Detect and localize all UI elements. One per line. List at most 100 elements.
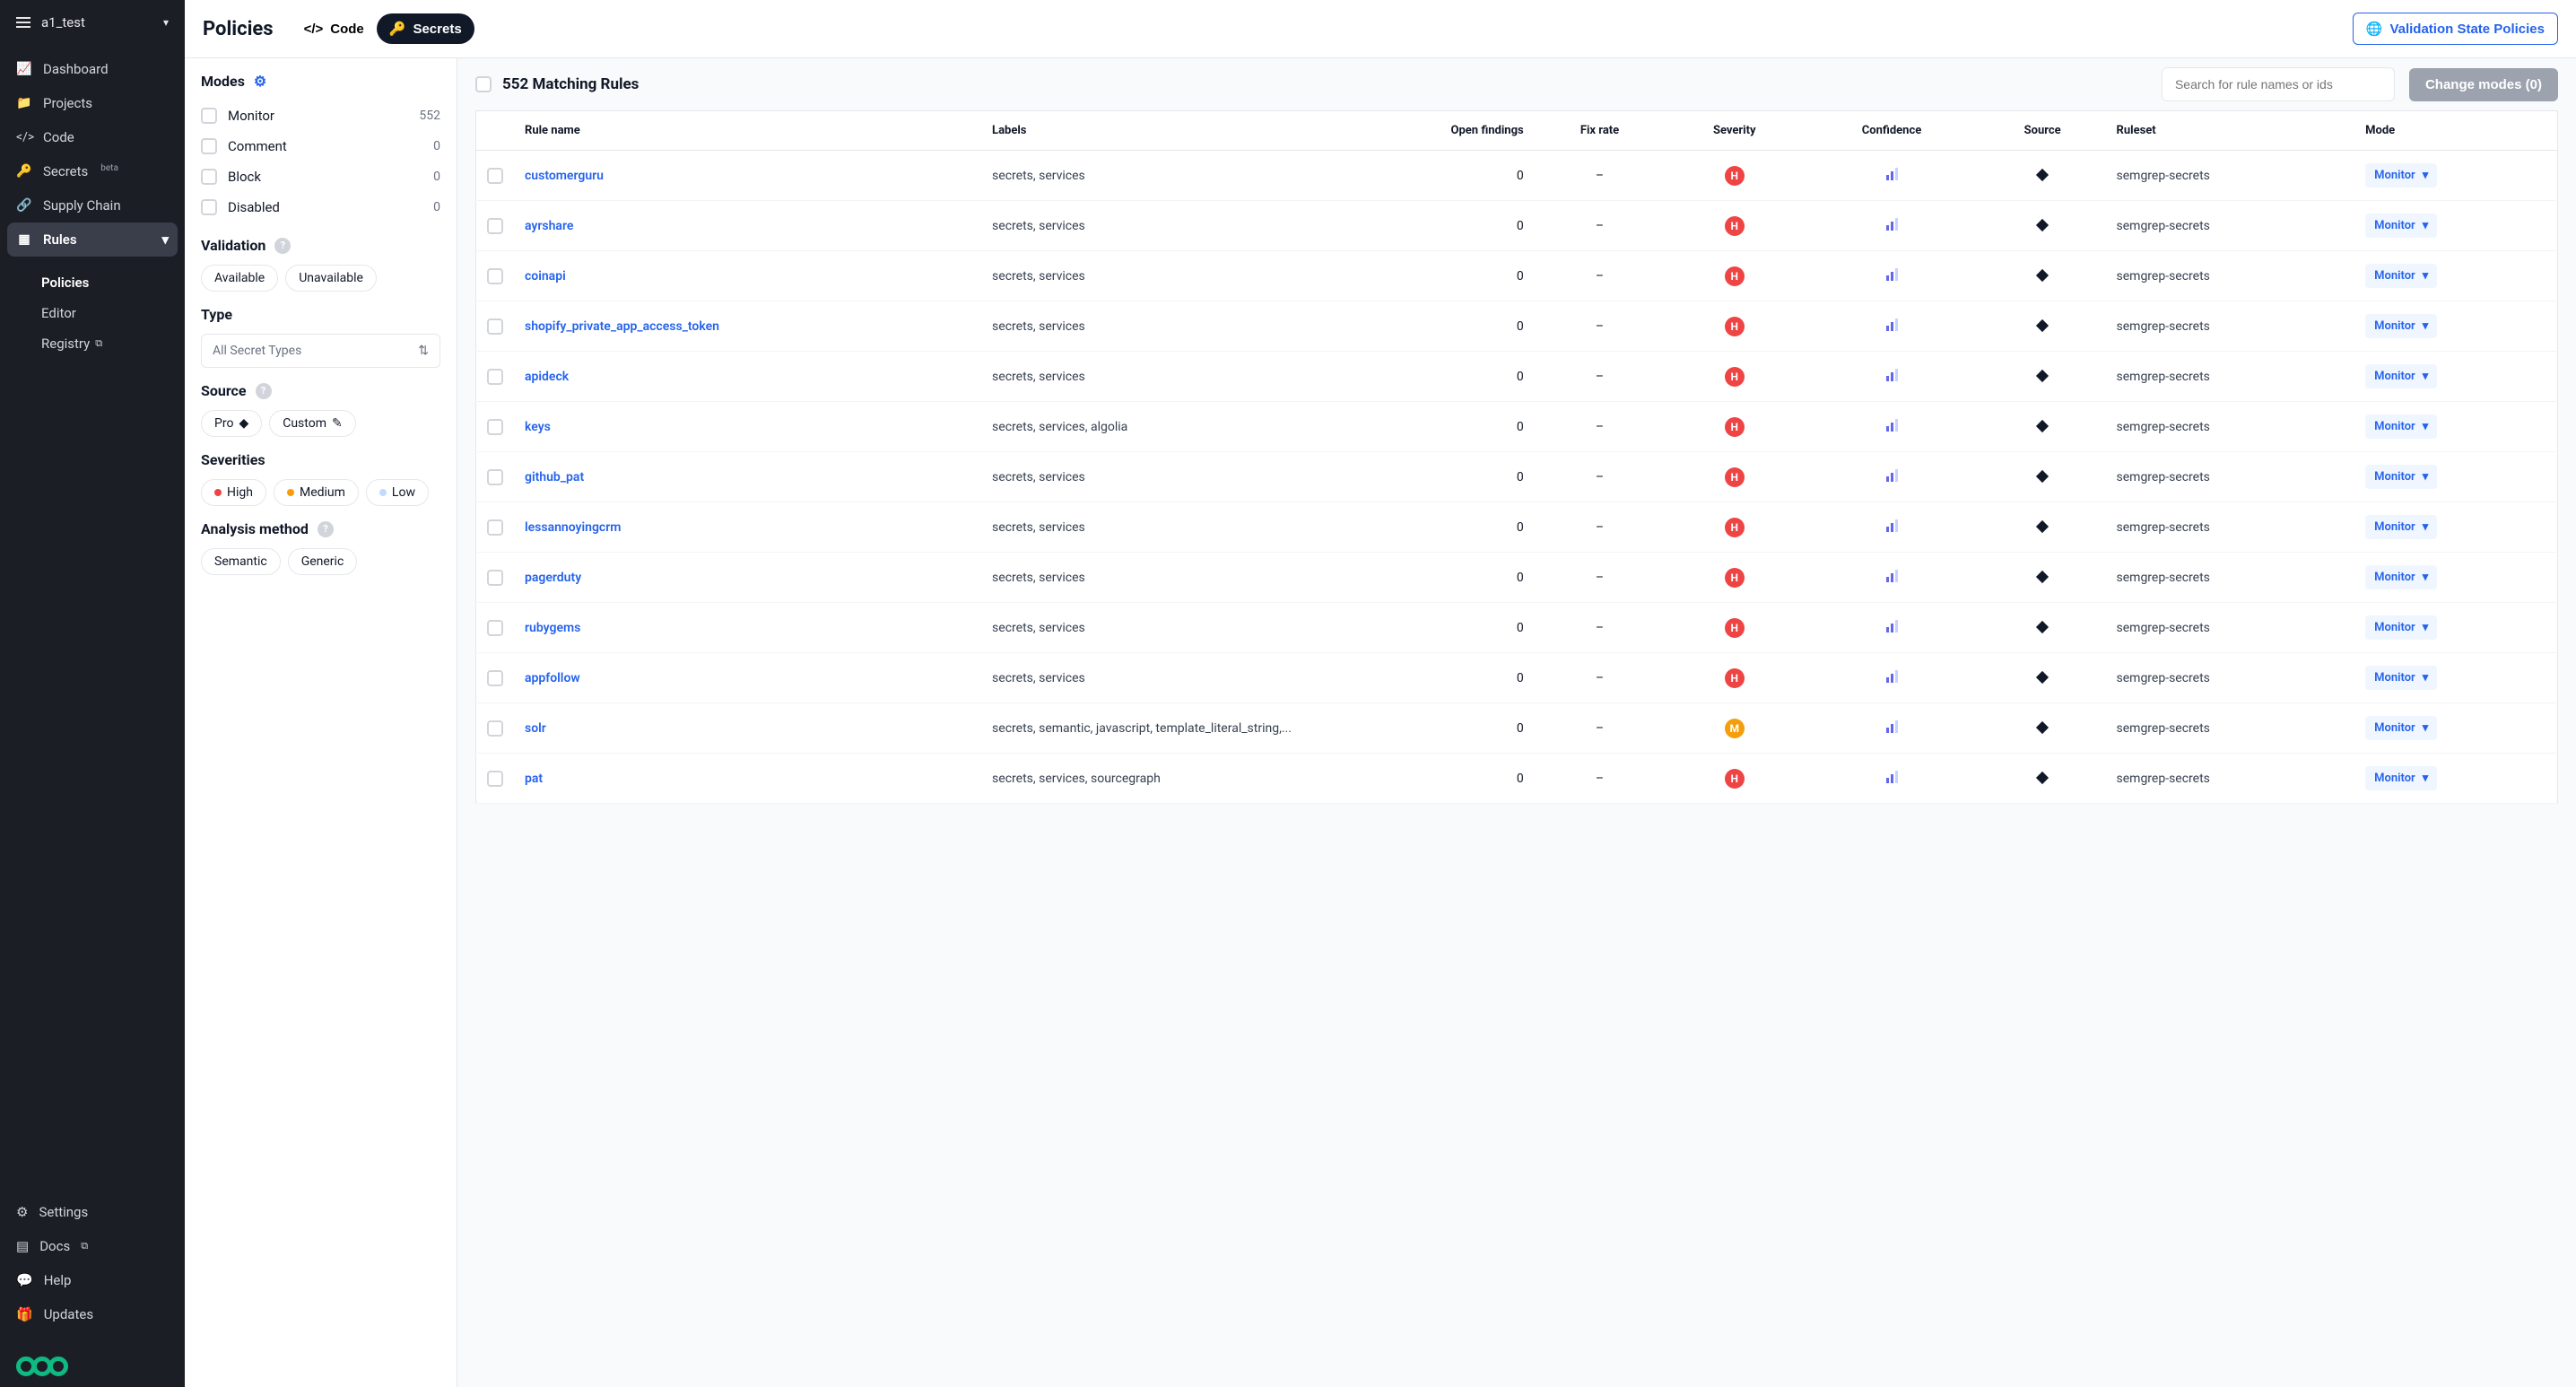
mode-dropdown[interactable]: Monitor▾	[2365, 565, 2437, 589]
column-header[interactable]: Labels	[981, 111, 1330, 151]
rule-name-link[interactable]: apideck	[525, 370, 569, 384]
source-pill[interactable]: Pro◆	[201, 410, 262, 437]
rule-name-link[interactable]: customerguru	[525, 169, 604, 183]
rule-name-link[interactable]: solr	[525, 721, 546, 736]
subnav-registry[interactable]: Registry⧉	[0, 328, 185, 359]
analysis-pill[interactable]: Semantic	[201, 548, 281, 575]
severity-pill[interactable]: Low	[366, 479, 429, 506]
row-checkbox[interactable]	[487, 771, 503, 787]
change-modes-button[interactable]: Change modes (0)	[2409, 68, 2558, 101]
rule-name-link[interactable]: pagerduty	[525, 571, 581, 585]
confidence-icon	[1886, 469, 1898, 482]
table-row: github_pat secrets, services 0 – H semgr…	[476, 452, 2558, 502]
validation-pill[interactable]: Unavailable	[285, 265, 377, 292]
rule-name-link[interactable]: rubygems	[525, 621, 580, 635]
row-checkbox[interactable]	[487, 218, 503, 234]
row-checkbox[interactable]	[487, 519, 503, 536]
tab-secrets[interactable]: 🔑Secrets	[377, 13, 474, 44]
validation-pill[interactable]: Available	[201, 265, 278, 292]
subnav-editor[interactable]: Editor	[0, 298, 185, 328]
help-icon[interactable]: ?	[274, 238, 291, 254]
row-checkbox[interactable]	[487, 620, 503, 636]
sidebar-item-dashboard[interactable]: 📈Dashboard	[0, 52, 185, 86]
sidebar-item-docs[interactable]: ▤Docs⧉	[0, 1229, 185, 1263]
row-checkbox[interactable]	[487, 168, 503, 184]
mode-checkbox[interactable]	[201, 108, 217, 124]
select-all-checkbox[interactable]	[475, 76, 492, 92]
tab-code[interactable]: </>Code	[292, 14, 377, 44]
sidebar-item-projects[interactable]: 📁Projects	[0, 86, 185, 120]
severity-pill[interactable]: High	[201, 479, 266, 506]
row-checkbox[interactable]	[487, 318, 503, 335]
column-header[interactable]: Severity	[1665, 111, 1804, 151]
gear-icon[interactable]: ⚙	[254, 73, 266, 90]
mode-dropdown[interactable]: Monitor▾	[2365, 666, 2437, 690]
mode-dropdown[interactable]: Monitor▾	[2365, 264, 2437, 288]
rule-name-link[interactable]: coinapi	[525, 269, 566, 284]
row-checkbox[interactable]	[487, 720, 503, 737]
hamburger-icon[interactable]	[16, 17, 30, 28]
column-header[interactable]: Fix rate	[1535, 111, 1666, 151]
column-header[interactable]: Ruleset	[2106, 111, 2355, 151]
mode-dropdown[interactable]: Monitor▾	[2365, 364, 2437, 388]
subnav-policies[interactable]: Policies	[0, 267, 185, 298]
labels-cell: secrets, services	[981, 151, 1330, 201]
sidebar-item-code[interactable]: </>Code	[0, 120, 185, 154]
sidebar-item-secrets[interactable]: 🔑Secretsbeta	[0, 154, 185, 188]
sidebar-item-updates[interactable]: 🎁Updates	[0, 1297, 185, 1331]
row-checkbox[interactable]	[487, 419, 503, 435]
table-row: coinapi secrets, services 0 – H semgrep-…	[476, 251, 2558, 301]
validation-state-policies-button[interactable]: 🌐Validation State Policies	[2353, 13, 2558, 45]
row-checkbox[interactable]	[487, 469, 503, 485]
sidebar-item-label: Rules	[43, 231, 77, 248]
type-select[interactable]: All Secret Types⇅	[201, 334, 440, 368]
subnav-label: Registry	[41, 336, 90, 352]
mode-dropdown[interactable]: Monitor▾	[2365, 615, 2437, 640]
mode-dropdown[interactable]: Monitor▾	[2365, 515, 2437, 539]
rule-name-link[interactable]: lessannoyingcrm	[525, 520, 621, 535]
mode-dropdown[interactable]: Monitor▾	[2365, 716, 2437, 740]
help-icon[interactable]: ?	[318, 521, 334, 537]
sidebar-item-help[interactable]: 💬Help	[0, 1263, 185, 1297]
sidebar-item-supply-chain[interactable]: 🔗Supply Chain	[0, 188, 185, 222]
mode-dropdown[interactable]: Monitor▾	[2365, 214, 2437, 238]
rule-name-link[interactable]: pat	[525, 772, 543, 786]
rule-name-link[interactable]: shopify_private_app_access_token	[525, 319, 719, 334]
rule-name-link[interactable]: github_pat	[525, 470, 584, 484]
sidebar-item-label: Projects	[43, 95, 92, 111]
rule-name-link[interactable]: keys	[525, 420, 551, 434]
sidebar-item-label: Dashboard	[43, 61, 109, 77]
rule-name-link[interactable]: appfollow	[525, 671, 580, 685]
mode-row[interactable]: Comment 0	[201, 131, 440, 161]
row-checkbox[interactable]	[487, 670, 503, 686]
org-name[interactable]: a1_test	[41, 14, 152, 31]
mode-dropdown[interactable]: Monitor▾	[2365, 465, 2437, 489]
row-checkbox[interactable]	[487, 268, 503, 284]
mode-row[interactable]: Monitor 552	[201, 100, 440, 131]
column-header[interactable]: Rule name	[514, 111, 981, 151]
row-checkbox[interactable]	[487, 570, 503, 586]
column-header[interactable]: Source	[1980, 111, 2106, 151]
column-header[interactable]: Confidence	[1804, 111, 1980, 151]
sidebar-item-rules[interactable]: ▦Rules▾	[7, 222, 178, 257]
help-icon[interactable]: ?	[256, 383, 272, 399]
analysis-pill[interactable]: Generic	[288, 548, 358, 575]
chevron-down-icon[interactable]: ▾	[163, 16, 169, 29]
mode-dropdown[interactable]: Monitor▾	[2365, 766, 2437, 790]
mode-checkbox[interactable]	[201, 199, 217, 215]
mode-checkbox[interactable]	[201, 138, 217, 154]
row-checkbox[interactable]	[487, 369, 503, 385]
mode-dropdown[interactable]: Monitor▾	[2365, 314, 2437, 338]
severity-pill[interactable]: Medium	[274, 479, 359, 506]
source-pill[interactable]: Custom✎	[269, 410, 356, 437]
mode-row[interactable]: Disabled 0	[201, 192, 440, 222]
search-input[interactable]	[2162, 67, 2395, 101]
sidebar-item-settings[interactable]: ⚙Settings	[0, 1195, 185, 1229]
mode-dropdown[interactable]: Monitor▾	[2365, 414, 2437, 439]
mode-checkbox[interactable]	[201, 169, 217, 185]
column-header[interactable]: Mode	[2354, 111, 2557, 151]
rule-name-link[interactable]: ayrshare	[525, 219, 573, 233]
mode-dropdown[interactable]: Monitor▾	[2365, 163, 2437, 188]
column-header[interactable]: Open findings	[1330, 111, 1534, 151]
mode-row[interactable]: Block 0	[201, 161, 440, 192]
